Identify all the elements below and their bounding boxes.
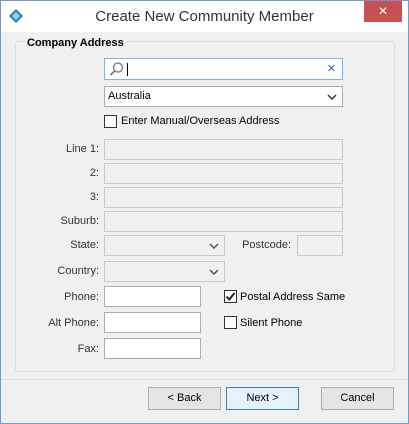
- fax-label: Fax:: [77, 343, 99, 355]
- postcode-field: [297, 235, 343, 256]
- postcode-label: Postcode:: [242, 239, 291, 251]
- dialog-window: Create New Community Member ✕ Company Ad…: [0, 0, 409, 424]
- silent-phone-checkbox[interactable]: [224, 316, 237, 329]
- cancel-button[interactable]: Cancel: [321, 387, 394, 410]
- state-label: State:: [70, 239, 99, 251]
- state-dropdown: [104, 235, 225, 256]
- postal-same-checkbox[interactable]: [224, 290, 237, 303]
- line2-field: [104, 163, 343, 184]
- text-caret: [127, 63, 128, 76]
- chevron-down-icon: [209, 243, 219, 250]
- country-dropdown-value: Australia: [108, 90, 151, 102]
- line3-label: 3:: [89, 191, 99, 203]
- alt-phone-input[interactable]: [104, 312, 201, 333]
- suburb-label: Suburb:: [60, 215, 99, 227]
- close-button[interactable]: ✕: [364, 1, 402, 22]
- group-title: Company Address: [25, 37, 126, 49]
- country-field-dropdown: [104, 261, 225, 282]
- chevron-down-icon: [327, 94, 337, 101]
- line2-label: 2:: [89, 167, 99, 179]
- country-label: Country:: [57, 265, 99, 277]
- manual-address-checkbox[interactable]: [104, 115, 117, 128]
- checkmark-icon: [225, 292, 236, 302]
- line1-label: Line 1:: [65, 143, 99, 155]
- search-icon: [109, 62, 124, 76]
- window-title: Create New Community Member: [95, 8, 314, 25]
- fax-input[interactable]: [104, 338, 201, 359]
- manual-address-label: Enter Manual/Overseas Address: [121, 115, 280, 127]
- country-dropdown[interactable]: Australia: [104, 86, 343, 107]
- clear-search-icon[interactable]: ✕: [327, 62, 336, 75]
- back-button[interactable]: < Back: [148, 387, 221, 410]
- phone-label: Phone:: [64, 291, 99, 303]
- title-bar: Create New Community Member ✕: [1, 1, 408, 32]
- suburb-field: [104, 211, 343, 232]
- phone-input[interactable]: [104, 286, 201, 307]
- chevron-down-icon: [209, 269, 219, 276]
- alt-phone-label: Alt Phone:: [48, 317, 99, 329]
- line1-field: [104, 139, 343, 160]
- footer-divider: [1, 379, 408, 380]
- postal-same-label: Postal Address Same: [240, 291, 346, 303]
- next-button[interactable]: Next >: [226, 387, 299, 410]
- line3-field: [104, 187, 343, 208]
- silent-phone-label: Silent Phone: [240, 317, 303, 329]
- address-search-input[interactable]: ✕: [104, 58, 343, 80]
